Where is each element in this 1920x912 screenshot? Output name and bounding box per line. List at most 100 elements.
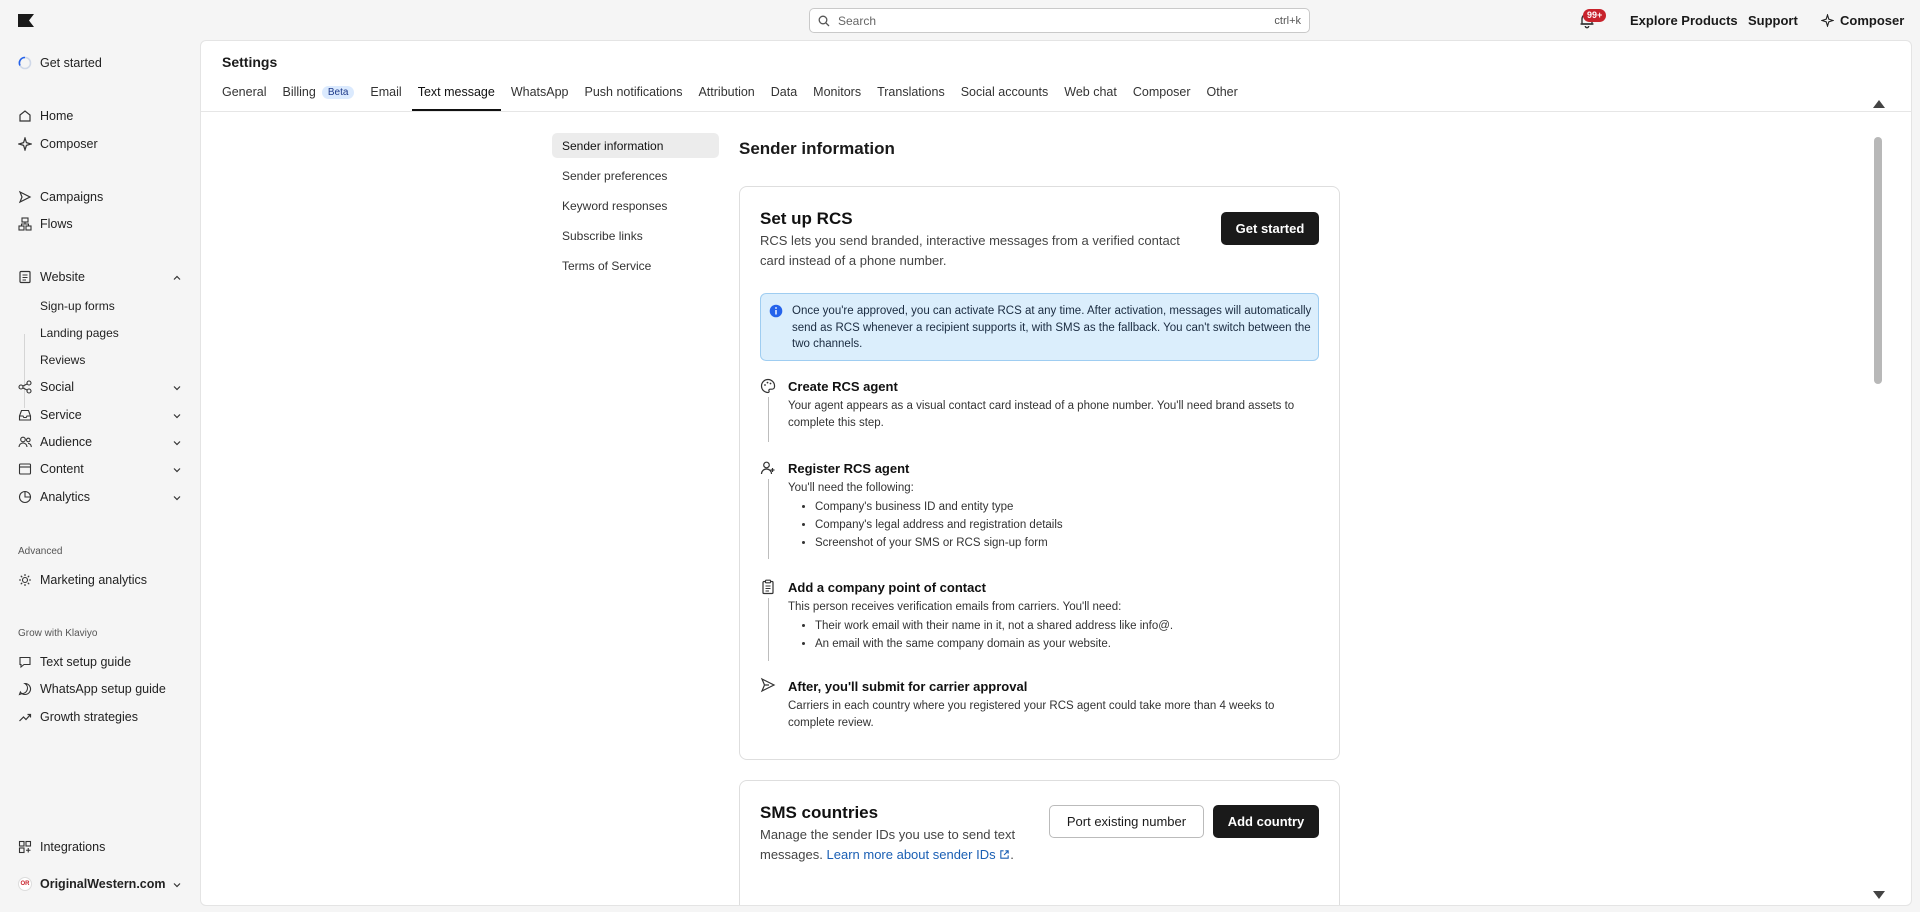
org-name: OriginalWestern.com: [40, 877, 166, 891]
sidebar-item-label: Text setup guide: [40, 655, 132, 669]
tab-text-message[interactable]: Text message: [411, 79, 501, 111]
subnav-sender-information[interactable]: Sender information: [552, 133, 719, 158]
sidebar-item-website[interactable]: Website: [18, 270, 85, 284]
tab-data[interactable]: Data: [771, 79, 797, 111]
rcs-card-description: RCS lets you send branded, interactive m…: [760, 233, 1180, 268]
tab-label: Text message: [417, 85, 495, 99]
tab-label: WhatsApp: [510, 85, 569, 99]
tab-billing[interactable]: Billing Beta: [282, 79, 355, 111]
chevron-down-icon[interactable]: [172, 493, 182, 503]
tab-monitors[interactable]: Monitors: [813, 79, 861, 111]
sidebar-item-text-setup-guide[interactable]: Text setup guide: [18, 655, 131, 669]
notifications-badge: 99+: [1583, 9, 1607, 22]
tab-composer[interactable]: Composer: [1133, 79, 1191, 111]
tab-general[interactable]: General: [222, 79, 266, 111]
sidebar-item-flows[interactable]: Flows: [18, 217, 73, 231]
search-icon: [818, 15, 830, 26]
step-text: You'll need the following:: [788, 482, 914, 494]
user-add-icon: [760, 461, 775, 475]
sidebar-item-content[interactable]: Content: [18, 462, 84, 476]
explore-products-link[interactable]: Explore Products: [1630, 13, 1738, 28]
search-input[interactable]: Search ctrl+k: [809, 8, 1310, 33]
sidebar-item-service[interactable]: Service: [18, 408, 82, 422]
tab-translations[interactable]: Translations: [877, 79, 945, 111]
org-avatar: OR: [18, 877, 32, 891]
tab-label: Data: [770, 85, 798, 99]
tabs-divider: [201, 111, 1911, 112]
tab-social-accounts[interactable]: Social accounts: [961, 79, 1049, 111]
tab-email[interactable]: Email: [370, 79, 401, 111]
step-title: Register RCS agent: [788, 461, 910, 476]
composer-top-label: Composer: [1840, 13, 1905, 28]
settings-panel: Settings General Billing Beta Email Text …: [200, 40, 1912, 906]
sidebar-item-audience[interactable]: Audience: [18, 435, 92, 449]
add-country-button[interactable]: Add country: [1213, 805, 1319, 838]
tab-label: Composer: [1132, 85, 1191, 99]
info-icon: [769, 304, 783, 318]
sidebar-item-integrations[interactable]: Integrations: [18, 840, 105, 854]
tab-web-chat[interactable]: Web chat: [1064, 79, 1117, 111]
sidebar-item-label: Service: [40, 408, 82, 422]
composer-top-button[interactable]: Composer: [1821, 13, 1904, 28]
org-switcher[interactable]: OR OriginalWestern.com: [18, 877, 166, 891]
sidebar-item-get-started[interactable]: Get started: [18, 56, 102, 70]
chevron-up-icon[interactable]: [172, 273, 182, 283]
scroll-up-arrow[interactable]: [1873, 100, 1885, 108]
sidebar-item-label: Flows: [40, 217, 73, 231]
scrollbar-thumb[interactable]: [1874, 137, 1882, 384]
grid-plus-icon: [18, 840, 32, 854]
sidebar-item-label: Home: [40, 109, 74, 123]
list-item: An email with the same company domain as…: [815, 635, 1173, 653]
subnav-sender-preferences[interactable]: Sender preferences: [552, 163, 719, 188]
chevron-down-icon[interactable]: [172, 438, 182, 448]
chevron-down-icon[interactable]: [172, 383, 182, 393]
subnav-subscribe-links[interactable]: Subscribe links: [552, 223, 719, 248]
send-icon: [18, 190, 32, 204]
step-connector: [768, 397, 769, 442]
chevron-down-icon[interactable]: [172, 411, 182, 421]
tab-label: Web chat: [1064, 85, 1117, 99]
sidebar-item-marketing-analytics[interactable]: Marketing analytics: [18, 573, 147, 587]
palette-icon: [760, 378, 776, 394]
scroll-down-arrow[interactable]: [1873, 891, 1885, 899]
sidebar-heading-advanced: Advanced: [18, 546, 63, 557]
sidebar-item-home[interactable]: Home: [18, 109, 73, 123]
sms-countries-card: SMS countries Manage the sender IDs you …: [739, 780, 1340, 905]
sidebar-item-campaigns[interactable]: Campaigns: [18, 190, 103, 204]
subnav-keyword-responses[interactable]: Keyword responses: [552, 193, 719, 218]
sidebar-item-label: Content: [40, 462, 84, 476]
learn-more-sender-ids-link[interactable]: Learn more about sender IDs: [827, 847, 1011, 862]
tab-attribution[interactable]: Attribution: [698, 79, 754, 111]
sidebar-item-composer[interactable]: Composer: [18, 137, 98, 151]
tab-label: Social accounts: [960, 85, 1049, 99]
tab-other[interactable]: Other: [1207, 79, 1238, 111]
link-label: Learn more about sender IDs: [826, 847, 996, 862]
page-title: Settings: [222, 54, 278, 70]
chevron-down-icon[interactable]: [172, 880, 182, 890]
sparkle-icon: [1821, 14, 1834, 27]
klaviyo-logo-icon[interactable]: [18, 14, 34, 27]
tab-label: Translations: [877, 85, 945, 99]
sidebar-item-label: Campaigns: [40, 190, 104, 204]
chat-bubble-icon: [19, 656, 31, 669]
sidebar-item-growth-strategies[interactable]: Growth strategies: [18, 710, 138, 724]
progress-ring-icon: [18, 56, 32, 70]
port-existing-number-button[interactable]: Port existing number: [1049, 805, 1204, 838]
inbox-icon: [18, 409, 32, 421]
tab-whatsapp[interactable]: WhatsApp: [511, 79, 569, 111]
sidebar-item-whatsapp-setup-guide[interactable]: WhatsApp setup guide: [18, 682, 166, 696]
tab-push-notifications[interactable]: Push notifications: [584, 79, 682, 111]
step-text: Your agent appears as a visual contact c…: [788, 400, 1295, 429]
sidebar-item-social[interactable]: Social: [18, 380, 74, 394]
sms-card-description: Manage the sender IDs you use to send te…: [760, 827, 1016, 862]
step-connector: [768, 598, 769, 661]
sidebar-item-signup-forms[interactable]: Sign-up forms: [40, 299, 115, 313]
sidebar-item-landing-pages[interactable]: Landing pages: [40, 326, 119, 340]
subnav-terms-of-service[interactable]: Terms of Service: [552, 253, 719, 278]
sidebar-item-reviews[interactable]: Reviews: [40, 353, 85, 367]
get-started-button[interactable]: Get started: [1221, 212, 1319, 245]
support-link[interactable]: Support: [1748, 13, 1798, 28]
chevron-down-icon[interactable]: [172, 465, 182, 475]
search-placeholder: Search: [838, 13, 877, 28]
sidebar-item-analytics[interactable]: Analytics: [18, 490, 90, 504]
